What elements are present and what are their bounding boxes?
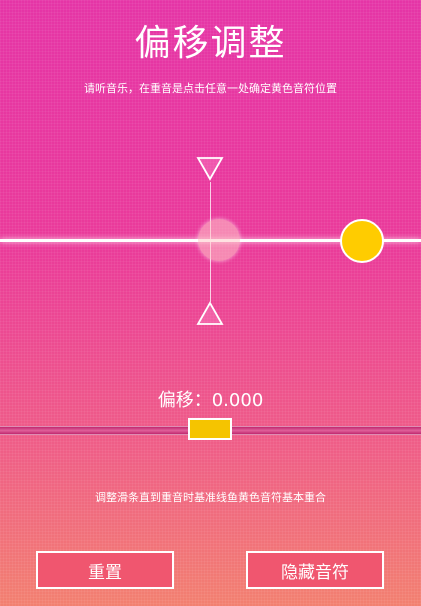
reset-button[interactable]: 重置 (36, 551, 174, 589)
hint-text: 调整滑条直到重音时基准线鱼黄色音符基本重合 (95, 491, 326, 504)
target-circle (198, 219, 240, 261)
triangle-down-icon (196, 157, 224, 181)
yellow-note (340, 219, 384, 263)
hide-notes-button[interactable]: 隐藏音符 (246, 551, 384, 589)
offset-value: 0.000 (211, 390, 264, 411)
offset-adjust-screen[interactable]: 偏移调整 请听音乐，在重音是点击任意一处确定黄色音符位置 偏移：0.000 调整… (0, 0, 421, 606)
triangle-up-icon (196, 301, 224, 325)
page-title: 偏移调整 (134, 23, 287, 64)
offset-readout: 偏移：0.000 (0, 386, 421, 412)
offset-label: 偏移： (157, 390, 212, 411)
instruction-text: 请听音乐，在重音是点击任意一处确定黄色音符位置 (84, 82, 337, 95)
offset-slider-thumb[interactable] (188, 418, 232, 440)
